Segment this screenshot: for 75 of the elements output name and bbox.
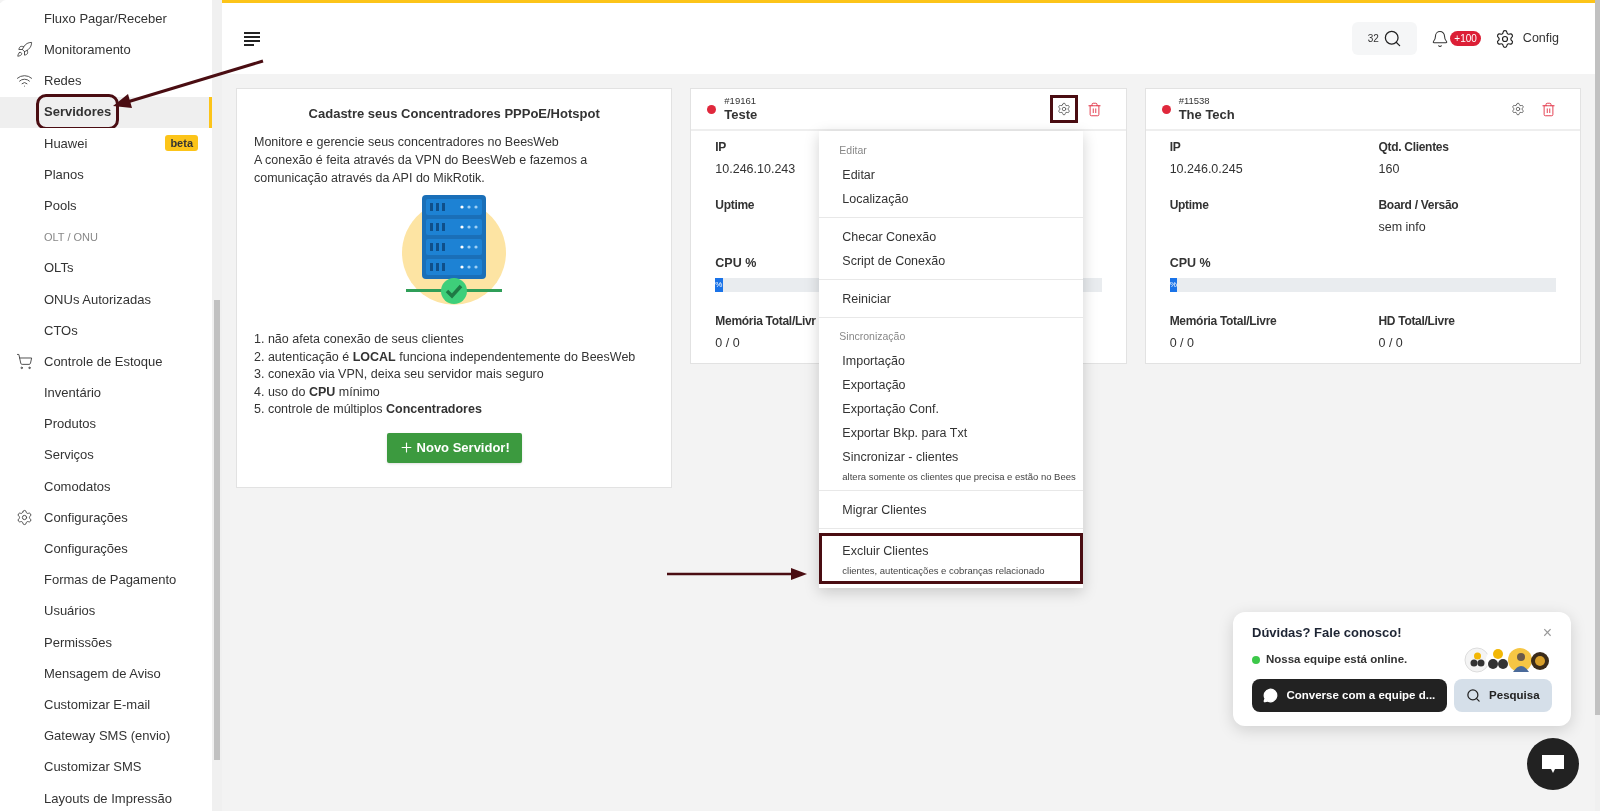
field-label: Uptime — [1169, 197, 1209, 214]
menu-icon[interactable] — [242, 30, 262, 47]
menu-item[interactable]: Checar Conexão — [822, 225, 1081, 249]
server-name: The Tech — [1178, 107, 1235, 123]
search-icon — [1466, 688, 1482, 703]
field-value: 10.246.0.245 — [1169, 161, 1243, 178]
feature-item: 3. conexão via VPN, deixa seu servidor mais seguro — [254, 366, 545, 383]
feature-item: 1. não afeta conexão de seus clientes — [254, 331, 465, 348]
field-label: Board / Versão — [1378, 197, 1459, 214]
chat-launcher-button[interactable] — [1527, 738, 1579, 790]
rocket-icon — [15, 41, 33, 59]
field-value: 0 / 0 — [1169, 335, 1194, 352]
field-value: sem info — [1378, 219, 1426, 236]
plus-icon — [398, 440, 414, 455]
field-label: Uptime — [715, 197, 755, 214]
settings-icon — [15, 509, 33, 527]
search-help-button[interactable]: Pesquisa — [1453, 679, 1552, 712]
section-heading: OLT / ONU — [44, 229, 98, 245]
menu-item[interactable]: Localização — [822, 187, 1081, 211]
description-text: Monitore e gerencie seus concentradores no BeesWeb — [254, 134, 560, 151]
description-text: A conexão é feita através da VPN do BeesWeb e fazemos a comunicação através da API do MikRotik. — [254, 152, 589, 187]
menu-item[interactable]: Exportação Conf. — [822, 397, 1081, 421]
search-button[interactable]: 32 — [1352, 22, 1418, 55]
chat-icon — [1263, 688, 1279, 703]
menu-item[interactable]: Reiniciar — [822, 287, 1081, 311]
beta-badge: beta — [165, 135, 198, 152]
menu-item[interactable]: Editar — [822, 163, 1081, 187]
cpu-bar-fill: % — [715, 278, 724, 292]
bell-icon[interactable] — [1431, 29, 1450, 48]
chat-title: Dúvidas? Fale conosco! — [1252, 624, 1402, 643]
status-text: Nossa equipe está online. — [1266, 652, 1408, 668]
server-id: #11538 — [1178, 95, 1211, 107]
field-label: IP — [715, 139, 727, 156]
menu-item[interactable]: Script de Conexão — [822, 249, 1081, 273]
feature-item: 2. autenticação é LOCAL funciona independentemente do BeesWeb — [254, 348, 637, 366]
menu-item[interactable]: Excluir Clientes clientes, autenticações e cobranças relacionado — [822, 536, 1081, 581]
notification-badge: +100 — [1450, 31, 1481, 46]
card-title: Cadastre seus Concentradores PPPoE/Hotspot — [307, 105, 601, 123]
field-label: Memória Total/Livr — [715, 313, 816, 330]
field-label: IP — [1169, 139, 1181, 156]
field-value: 0 / 0 — [1378, 335, 1403, 352]
server-id: #19161 — [724, 95, 758, 107]
wifi-icon — [15, 72, 33, 90]
menu-item[interactable]: Importação — [822, 349, 1081, 373]
settings-icon — [1056, 102, 1071, 116]
field-value: 160 — [1378, 161, 1400, 178]
config-link[interactable]: Config — [1522, 29, 1559, 48]
chat-icon — [1541, 753, 1565, 775]
cpu-bar-fill: % — [1169, 278, 1178, 292]
feature-item: 4. uso do CPU mínimo — [254, 383, 381, 401]
field-label: Memória Total/Livre — [1169, 313, 1277, 330]
new-server-button[interactable]: Novo Servidor! — [386, 432, 522, 463]
settings-icon — [1511, 102, 1525, 116]
settings-icon[interactable] — [1494, 28, 1515, 49]
menu-item[interactable]: Exportação — [822, 373, 1081, 397]
search-icon — [1382, 29, 1402, 48]
menu-item[interactable]: Migrar Clientes — [822, 498, 1081, 522]
menu-heading: Editar — [839, 143, 867, 159]
menu-item[interactable]: Exportar Bkp. para Txt — [822, 421, 1081, 445]
delete-icon[interactable] — [1086, 101, 1102, 117]
field-label: HD Total/Livre — [1378, 313, 1455, 330]
field-label: CPU % — [1169, 255, 1211, 272]
field-label: Qtd. Clientes — [1378, 139, 1449, 156]
server-name: Teste — [724, 107, 758, 123]
menu-item[interactable]: Sincronizar - clientes altera somente os clientes que precisa e estão no Bees — [822, 445, 1081, 484]
sidebar-item[interactable]: Servidores — [0, 96, 212, 128]
menu-heading: Sincronização — [839, 329, 906, 345]
settings-button[interactable] — [1052, 98, 1075, 120]
chat-button[interactable]: Converse com a equipe d... — [1252, 679, 1447, 712]
delete-icon[interactable] — [1541, 101, 1556, 117]
feature-item: 5. controle de múltiplos Concentradores — [254, 401, 483, 418]
field-label: CPU % — [715, 255, 757, 272]
field-value: 10.246.10.243 — [715, 161, 796, 178]
cart-icon — [15, 353, 33, 371]
field-value: 0 / 0 — [715, 335, 740, 352]
